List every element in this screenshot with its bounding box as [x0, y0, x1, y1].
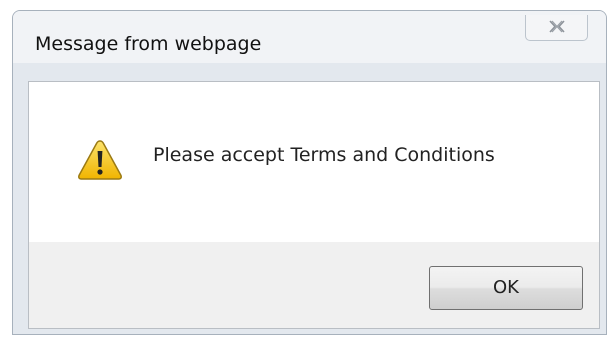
- ok-button[interactable]: OK: [429, 266, 583, 310]
- dialog-message: Please accept Terms and Conditions: [153, 144, 495, 166]
- dialog-content: Please accept Terms and Conditions OK: [28, 81, 600, 329]
- close-x-icon: [549, 20, 565, 33]
- warning-icon: [78, 140, 122, 180]
- dialog-titlebar[interactable]: Message from webpage: [13, 11, 606, 63]
- close-button[interactable]: [525, 15, 588, 41]
- message-dialog: Message from webpage Please accept Terms…: [12, 10, 607, 335]
- dialog-title: Message from webpage: [35, 33, 262, 55]
- dialog-footer: OK: [29, 242, 599, 328]
